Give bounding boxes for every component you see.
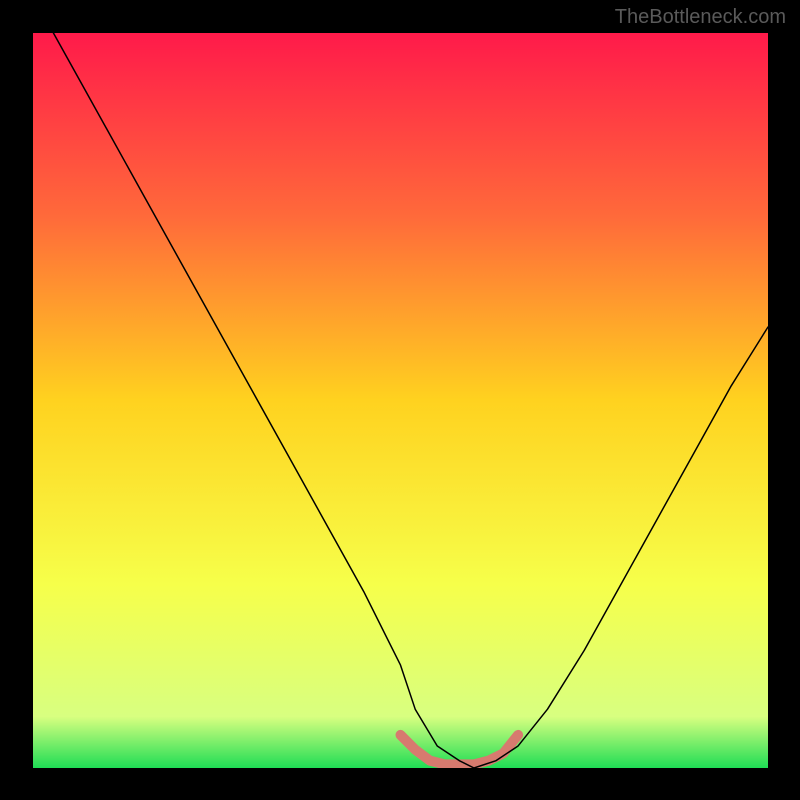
watermark-text: TheBottleneck.com xyxy=(615,6,786,29)
chart-svg xyxy=(0,0,800,800)
chart-container: TheBottleneck.com xyxy=(0,0,800,800)
gradient-background xyxy=(33,33,768,768)
